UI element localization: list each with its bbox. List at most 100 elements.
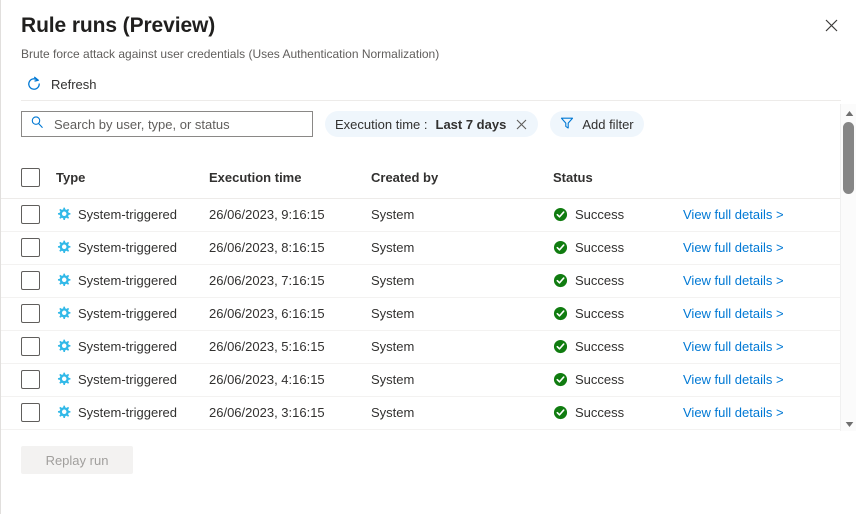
success-check-icon [553, 240, 568, 255]
row-select-cell [1, 396, 56, 430]
refresh-button[interactable]: Refresh [21, 68, 105, 100]
panel-header: Rule runs (Preview) Brute force attack a… [1, 0, 856, 62]
table-row[interactable]: System-triggered 26/06/2023, 7:16:15 Syste… [1, 264, 841, 298]
cell-type: System-triggered [56, 264, 209, 298]
filter-pill-execution-time[interactable]: Execution time : Last 7 days [325, 111, 539, 137]
select-all-checkbox[interactable] [21, 168, 40, 188]
cell-type: System-triggered [56, 330, 209, 364]
cell-execution-time: 26/06/2023, 3:16:15 [209, 396, 371, 430]
cell-execution-time: 26/06/2023, 6:16:15 [209, 297, 371, 331]
success-check-icon [553, 372, 568, 387]
refresh-label: Refresh [51, 76, 97, 92]
cell-created-by: System [371, 363, 553, 397]
cell-type-label: System-triggered [78, 339, 177, 354]
success-check-icon [553, 207, 568, 222]
cell-details-link: View full details > [683, 297, 841, 331]
search-box[interactable] [21, 111, 313, 137]
close-button[interactable] [818, 12, 844, 38]
view-full-details-link[interactable]: View full details > [683, 273, 784, 288]
success-check-icon [553, 306, 568, 321]
column-header-created-by[interactable]: Created by [371, 158, 553, 199]
gear-icon [56, 207, 71, 222]
scrollbar-thumb[interactable] [843, 122, 854, 194]
view-full-details-link[interactable]: View full details > [683, 240, 784, 255]
row-select-cell [1, 330, 56, 364]
row-select-cell [1, 231, 56, 265]
cell-execution-time: 26/06/2023, 5:16:15 [209, 330, 371, 364]
cell-details-link: View full details > [683, 396, 841, 430]
success-check-icon [553, 339, 568, 354]
cell-type-label: System-triggered [78, 405, 177, 420]
cell-created-by: System [371, 396, 553, 430]
row-checkbox[interactable] [21, 271, 40, 290]
cell-type-label: System-triggered [78, 306, 177, 321]
cell-status: Success [553, 264, 683, 298]
replay-run-button[interactable]: Replay run [21, 446, 133, 474]
column-header-execution-time[interactable]: Execution time [209, 158, 371, 199]
cell-created-by: System [371, 231, 553, 265]
filter-pill-value: Last 7 days [435, 116, 507, 132]
row-checkbox[interactable] [21, 304, 40, 323]
command-bar-divider [21, 100, 841, 101]
view-full-details-link[interactable]: View full details > [683, 372, 784, 387]
status-badge: Success [575, 240, 625, 255]
row-checkbox[interactable] [21, 337, 40, 356]
table-row[interactable]: System-triggered 26/06/2023, 6:16:15 Syste… [1, 297, 841, 331]
success-check-icon [553, 273, 568, 288]
row-checkbox[interactable] [21, 205, 40, 224]
cell-status: Success [553, 396, 683, 430]
cell-created-by: System [371, 264, 553, 298]
table-row[interactable]: System-triggered 26/06/2023, 4:16:15 Syste… [1, 363, 841, 397]
gear-icon [56, 240, 71, 255]
row-checkbox[interactable] [21, 370, 40, 389]
cell-details-link: View full details > [683, 330, 841, 364]
cell-details-link: View full details > [683, 363, 841, 397]
status-badge: Success [575, 306, 625, 321]
close-icon [825, 19, 838, 32]
cell-created-by: System [371, 330, 553, 364]
table-row[interactable]: System-triggered 26/06/2023, 3:16:15 Syste… [1, 396, 841, 430]
cell-type: System-triggered [56, 363, 209, 397]
add-filter-button[interactable]: Add filter [550, 111, 644, 137]
cell-status: Success [553, 363, 683, 397]
view-full-details-link[interactable]: View full details > [683, 207, 784, 222]
gear-icon [56, 405, 71, 420]
row-select-cell [1, 264, 56, 298]
table-row[interactable]: System-triggered 26/06/2023, 8:16:15 Syste… [1, 231, 841, 265]
view-full-details-link[interactable]: View full details > [683, 405, 784, 420]
table-row[interactable]: System-triggered 26/06/2023, 9:16:15 Syste… [1, 198, 841, 232]
cell-execution-time: 26/06/2023, 8:16:15 [209, 231, 371, 265]
row-checkbox[interactable] [21, 238, 40, 257]
status-badge: Success [575, 207, 625, 222]
scroll-down-button[interactable] [841, 415, 856, 431]
status-badge: Success [575, 405, 625, 420]
column-header-status[interactable]: Status [553, 158, 683, 199]
cell-details-link: View full details > [683, 198, 841, 232]
search-icon [30, 115, 44, 134]
status-badge: Success [575, 372, 625, 387]
filter-remove-icon[interactable] [514, 117, 528, 131]
gear-icon [56, 339, 71, 354]
page-subtitle: Brute force attack against user credenti… [21, 47, 440, 61]
search-input[interactable] [52, 112, 312, 136]
row-checkbox[interactable] [21, 403, 40, 422]
view-full-details-link[interactable]: View full details > [683, 339, 784, 354]
gear-icon [56, 273, 71, 288]
runs-table-body: System-triggered 26/06/2023, 9:16:15 Syste… [1, 198, 841, 430]
cell-created-by: System [371, 198, 553, 232]
cell-created-by: System [371, 297, 553, 331]
column-header-type[interactable]: Type [56, 158, 209, 199]
table-row[interactable]: System-triggered 26/06/2023, 5:16:15 Syste… [1, 330, 841, 364]
scroll-up-button[interactable] [841, 104, 856, 120]
cell-type-label: System-triggered [78, 273, 177, 288]
cell-type: System-triggered [56, 231, 209, 265]
vertical-scrollbar[interactable] [840, 104, 856, 431]
cell-type-label: System-triggered [78, 240, 177, 255]
cell-execution-time: 26/06/2023, 7:16:15 [209, 264, 371, 298]
runs-table-head: Type Execution time Created by Status [1, 158, 841, 199]
filter-row: Execution time : Last 7 days Add filter [21, 111, 644, 137]
cell-status: Success [553, 297, 683, 331]
view-full-details-link[interactable]: View full details > [683, 306, 784, 321]
add-filter-label: Add filter [582, 116, 634, 132]
cell-type-label: System-triggered [78, 207, 177, 222]
